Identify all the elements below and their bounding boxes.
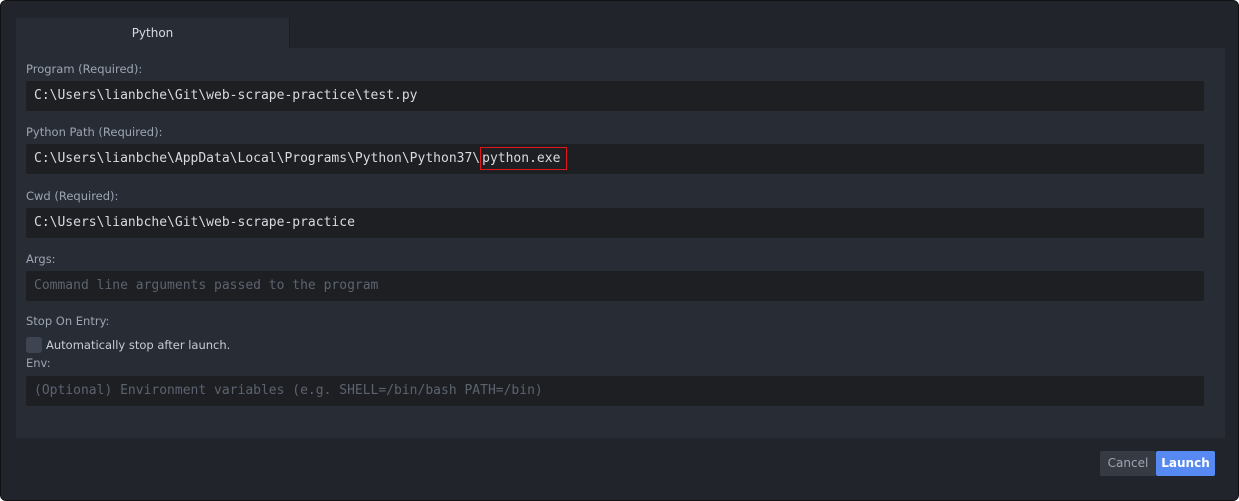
python-path-input[interactable]: C:\Users\lianbche\AppData\Local\Programs… [26, 144, 1204, 174]
program-label: Program (Required): [26, 62, 143, 76]
cwd-label: Cwd (Required): [26, 189, 119, 203]
args-input[interactable]: Command line arguments passed to the pro… [26, 271, 1204, 301]
config-panel: Python Program (Required): C:\Users\lian… [16, 18, 1225, 438]
cancel-button[interactable]: Cancel [1100, 451, 1156, 476]
program-input[interactable]: C:\Users\lianbche\Git\web-scrape-practic… [26, 81, 1204, 111]
highlighted-executable: python.exe [480, 147, 568, 170]
python-path-prefix: C:\Users\lianbche\AppData\Local\Programs… [34, 151, 481, 166]
cwd-input[interactable]: C:\Users\lianbche\Git\web-scrape-practic… [26, 208, 1204, 238]
env-label: Env: [26, 356, 51, 370]
launch-config-dialog: Python Program (Required): C:\Users\lian… [0, 0, 1239, 501]
tab-bar: Python [16, 18, 1225, 48]
python-path-label: Python Path (Required): [26, 125, 163, 139]
args-label: Args: [26, 252, 56, 266]
stop-on-entry-checkbox[interactable] [26, 337, 42, 353]
tab-python[interactable]: Python [16, 18, 290, 48]
env-input[interactable]: (Optional) Environment variables (e.g. S… [26, 376, 1204, 406]
stop-on-entry-label: Stop On Entry: [26, 314, 110, 328]
launch-button[interactable]: Launch [1156, 451, 1215, 476]
stop-on-entry-checkbox-label[interactable]: Automatically stop after launch. [46, 338, 230, 352]
